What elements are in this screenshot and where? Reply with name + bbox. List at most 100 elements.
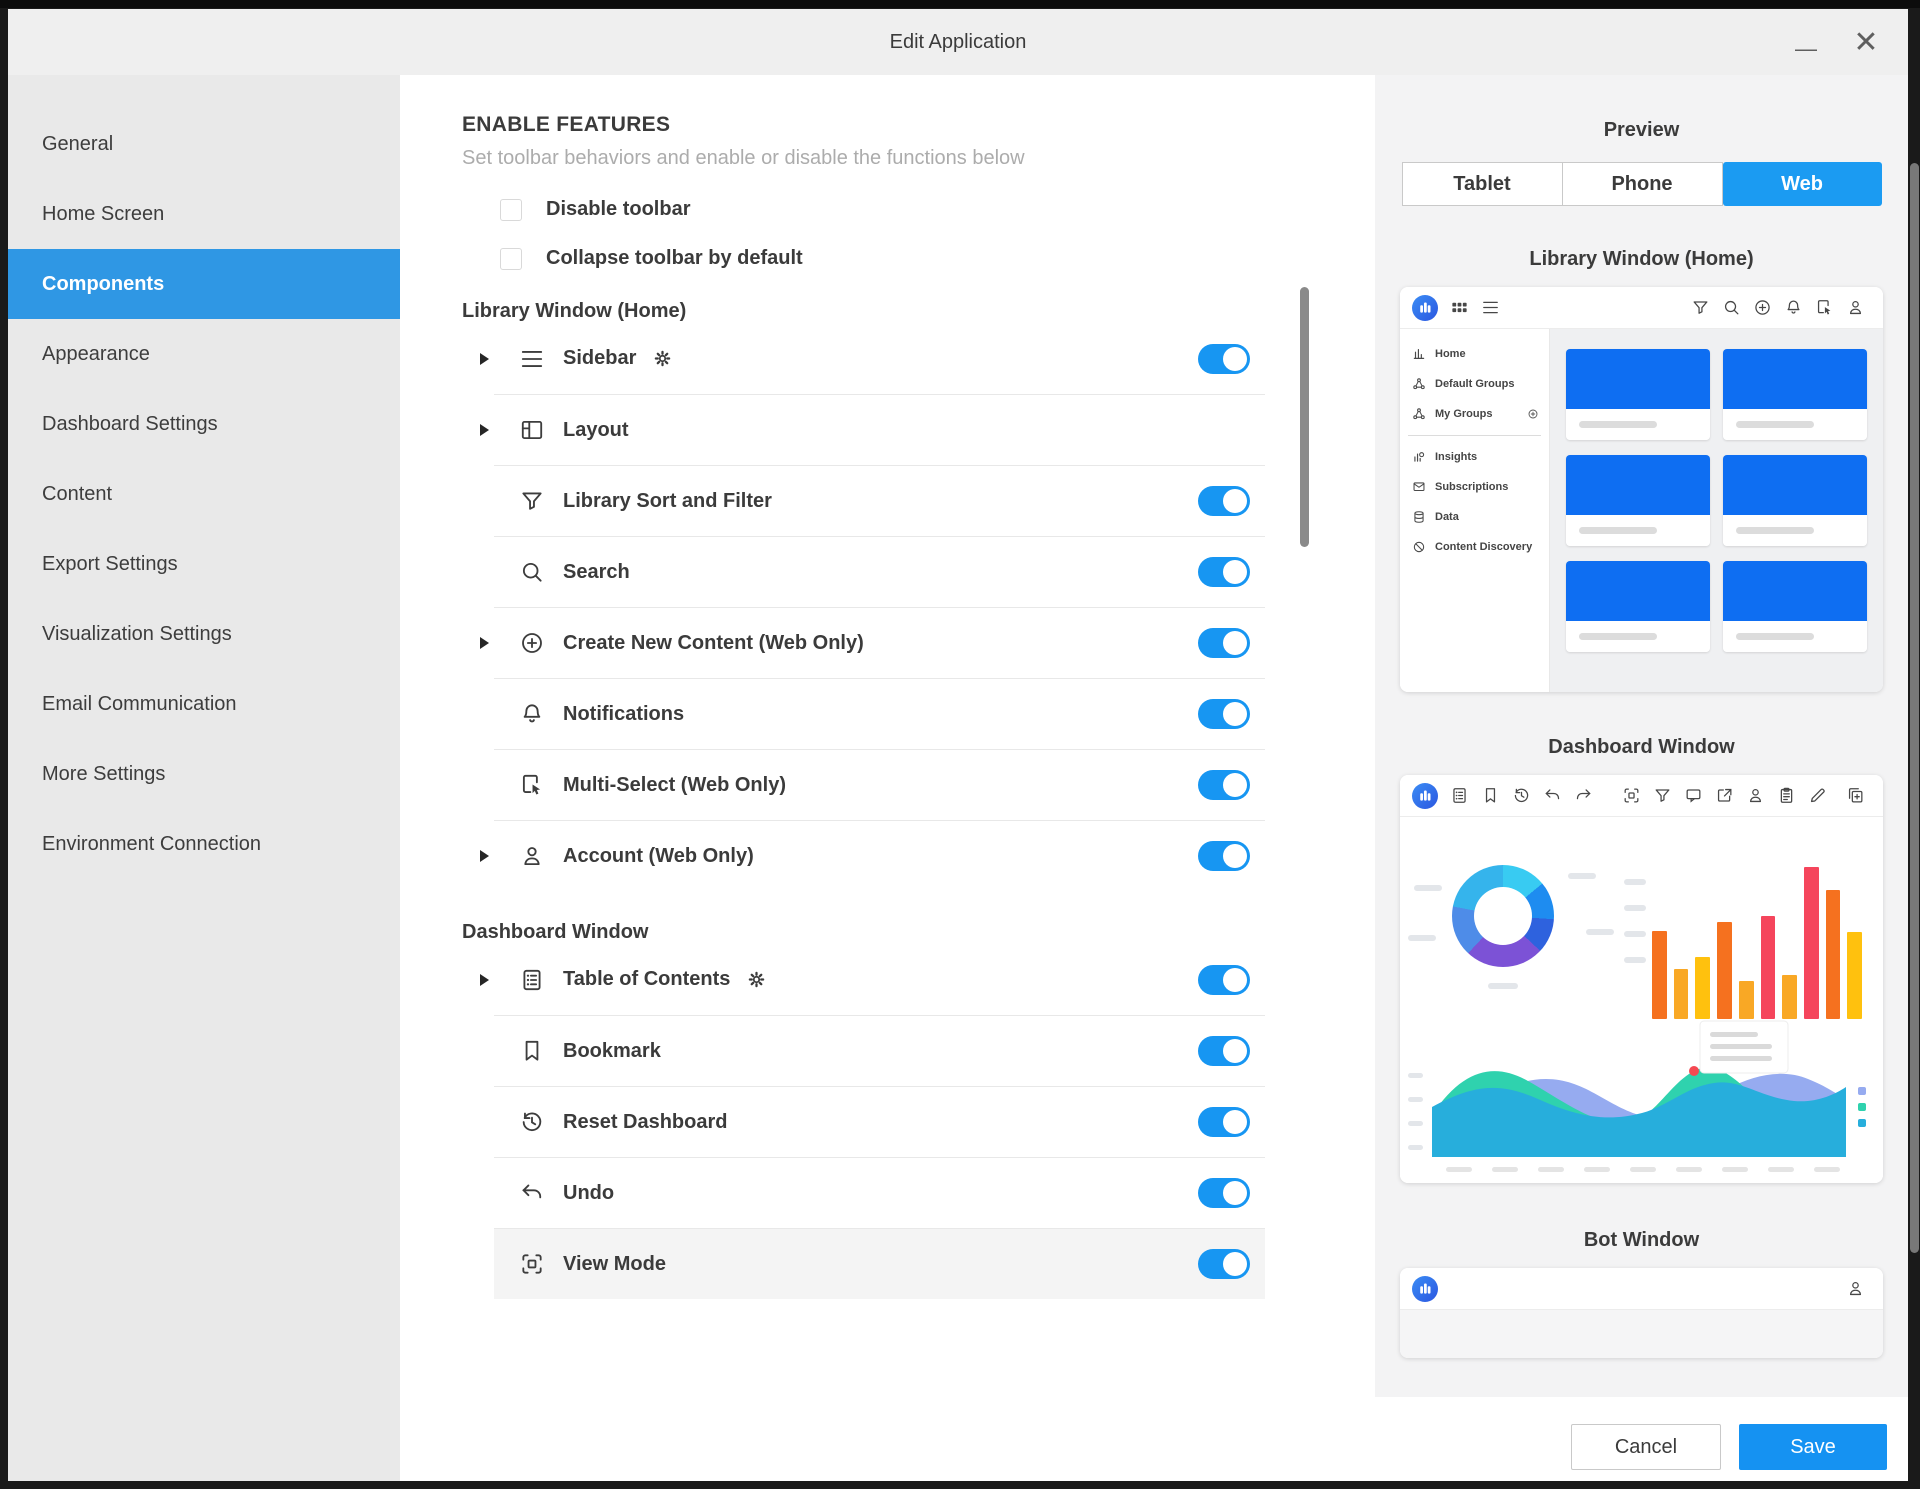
toggle-knob [1223,489,1247,513]
person-icon [1746,786,1765,805]
sidebar-item-more-settings[interactable]: More Settings [8,739,400,809]
tile-thumbnail [1566,561,1710,621]
expand-arrow-icon[interactable] [480,424,489,436]
toggle-undo[interactable] [1198,1178,1250,1208]
dashboard-preview-body [1400,817,1883,1183]
placeholder-line [1414,885,1442,891]
window-scrollbar[interactable] [1910,163,1919,1253]
person-icon [519,843,545,869]
toggle-notifications[interactable] [1198,699,1250,729]
minimize-button[interactable]: — [1778,9,1834,75]
gear-icon[interactable] [746,969,767,990]
add-circle-icon [1527,408,1539,420]
sidebar-item-environment-connection[interactable]: Environment Connection [8,809,400,879]
sidebar-item-dashboard-settings[interactable]: Dashboard Settings [8,389,400,459]
feature-row-library-sort-and-filter: Library Sort and Filter [494,465,1265,536]
toggle-table-of-contents[interactable] [1198,965,1250,995]
layout-icon [519,417,545,443]
toggle-reset-dashboard[interactable] [1198,1107,1250,1137]
expand-arrow-icon[interactable] [480,353,489,365]
plus-circle-icon [1753,298,1772,317]
toggle-library-sort-and-filter[interactable] [1198,486,1250,516]
checkbox-disable-toolbar[interactable] [500,199,522,221]
tile-caption [1723,409,1867,440]
checkbox-row-disable-toolbar: Disable toolbar [500,198,1375,221]
sidebar-item-export-settings[interactable]: Export Settings [8,529,400,599]
checkbox-label: Disable toolbar [546,198,690,221]
library-preview-toolbar [1400,287,1883,329]
pencil-icon [1808,786,1827,805]
library-preview-body: HomeDefault GroupsMy GroupsInsightsSubsc… [1400,329,1883,692]
preview-panel: Preview TabletPhoneWeb Library Window (H… [1375,75,1908,1481]
bar [1761,916,1776,1019]
tab-tablet[interactable]: Tablet [1402,162,1563,206]
feature-row-bookmark: Bookmark [494,1015,1265,1086]
sidebar-item-email-communication[interactable]: Email Communication [8,669,400,739]
bar [1695,957,1710,1019]
library-nav-label: My Groups [1435,408,1492,420]
toggle-knob [1223,1110,1247,1134]
area-chart [1406,1015,1876,1183]
dashboard-preview-toolbar [1400,775,1883,817]
feature-row-table-of-contents: Table of Contents [494,944,1265,1015]
toggle-bookmark[interactable] [1198,1036,1250,1066]
toggle-view-mode[interactable] [1198,1249,1250,1279]
feature-label: Create New Content (Web Only) [563,632,864,655]
feature-label: Sidebar [563,347,636,370]
library-nav-insights: Insights [1400,442,1549,472]
expand-arrow-icon[interactable] [480,850,489,862]
feature-label: Table of Contents [563,968,730,991]
tab-phone[interactable]: Phone [1563,162,1723,206]
tile-caption [1566,621,1710,652]
close-button[interactable]: ✕ [1838,9,1894,75]
sidebar-item-home-screen[interactable]: Home Screen [8,179,400,249]
save-button[interactable]: Save [1739,1424,1887,1470]
expand-arrow-icon[interactable] [480,974,489,986]
tile-caption [1566,515,1710,546]
settings-nav: GeneralHome ScreenComponentsAppearanceDa… [8,75,400,1481]
insights-icon [1412,450,1426,464]
placeholder-line [1408,935,1436,941]
library-nav-my-groups: My Groups [1400,399,1549,429]
content-scrollbar[interactable] [1300,287,1309,547]
undo-icon [519,1180,545,1206]
sidebar-item-content[interactable]: Content [8,459,400,529]
section-title-library-window-home: Library Window (Home) [462,300,1375,323]
screen: Edit Application — ✕ GeneralHome ScreenC… [0,0,1920,1489]
toggle-knob [1223,844,1247,868]
toggle-create-new-content-web-only[interactable] [1198,628,1250,658]
placeholder-line [1488,983,1518,989]
gear-icon[interactable] [652,348,673,369]
bell-icon [519,701,545,727]
cancel-button[interactable]: Cancel [1571,1424,1721,1470]
sidebar-item-appearance[interactable]: Appearance [8,319,400,389]
sidebar-item-visualization-settings[interactable]: Visualization Settings [8,599,400,669]
bot-preview-body [1400,1310,1883,1358]
placeholder-line [1736,421,1814,428]
toggle-knob [1223,1181,1247,1205]
content-tile [1566,561,1710,652]
toggle-account-web-only[interactable] [1198,841,1250,871]
dialog-title: Edit Application [8,9,1908,75]
library-nav-label: Data [1435,511,1459,523]
feature-row-reset-dashboard: Reset Dashboard [494,1086,1265,1157]
toggle-sidebar[interactable] [1198,344,1250,374]
sidebar-item-general[interactable]: General [8,109,400,179]
filter-icon [519,488,545,514]
feature-row-view-mode: View Mode [494,1228,1265,1299]
expand-arrow-icon[interactable] [480,637,489,649]
library-preview-sidebar: HomeDefault GroupsMy GroupsInsightsSubsc… [1400,329,1550,692]
home-chart-icon [1412,347,1426,361]
reset-icon [1512,786,1531,805]
toggle-search[interactable] [1198,557,1250,587]
section-subheading: Set toolbar behaviors and enable or disa… [462,147,1375,170]
bar [1739,981,1754,1019]
tab-web[interactable]: Web [1723,162,1882,206]
person-icon [1846,1279,1865,1298]
reset-icon [519,1109,545,1135]
feature-rows: Table of Contents BookmarkReset Dashboard… [494,944,1265,1299]
redo-icon [1574,786,1593,805]
checkbox-collapse-toolbar-by-default[interactable] [500,248,522,270]
toggle-multi-select-web-only[interactable] [1198,770,1250,800]
sidebar-item-components[interactable]: Components [8,249,400,319]
